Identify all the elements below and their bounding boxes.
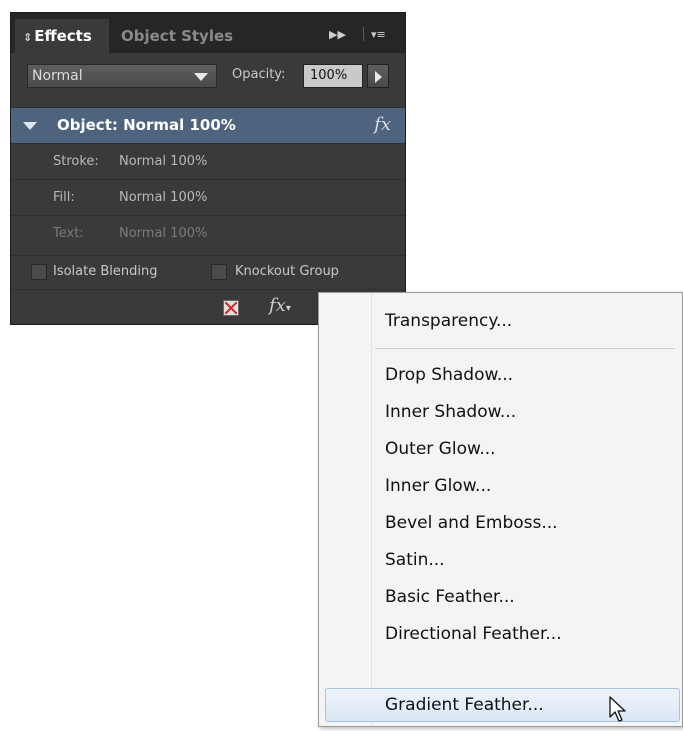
toolbar-divider	[363, 27, 364, 41]
chevron-down-icon	[194, 73, 208, 81]
opacity-input[interactable]: 100%	[303, 64, 363, 88]
object-row[interactable]: Object: Normal 100% fx	[11, 107, 405, 143]
object-row-label: Object:	[57, 116, 118, 134]
menu-item-bevel-and-emboss[interactable]: Bevel and Emboss...	[385, 513, 558, 533]
effects-panel: ⇕ Effects Object Styles ▶▶ ▾≡ Normal Opac…	[10, 12, 406, 325]
menu-item-gradient-feather[interactable]: Gradient Feather...	[385, 695, 544, 715]
updown-arrows-icon: ⇕	[23, 31, 33, 44]
opacity-label: Opacity:	[232, 67, 286, 82]
fx-icon[interactable]: fx	[374, 114, 391, 135]
blend-controls: Normal Opacity: 100%	[11, 53, 405, 107]
clear-effects-icon[interactable]	[223, 300, 239, 316]
text-label: Text:	[53, 226, 84, 241]
menu-separator	[375, 348, 675, 349]
isolate-blending-label: Isolate Blending	[53, 264, 158, 279]
panel-menu-icon[interactable]: ▾≡	[371, 27, 386, 43]
tab-object-styles[interactable]: Object Styles	[121, 19, 233, 53]
blend-mode-value: Normal	[32, 68, 83, 84]
effects-context-menu: Transparency... Drop Shadow... Inner Sha…	[318, 292, 683, 727]
menu-item-directional-feather[interactable]: Directional Feather...	[385, 624, 562, 644]
menu-item-satin[interactable]: Satin...	[385, 550, 445, 570]
collapse-panel-icon[interactable]: ▶▶	[329, 27, 346, 43]
fill-value: Normal 100%	[119, 190, 208, 205]
chevron-down-icon: ▾	[285, 303, 291, 314]
isolate-blending-checkbox[interactable]	[31, 264, 47, 280]
tab-effects-label: Effects	[34, 27, 92, 45]
object-row-text: Object: Normal 100%	[57, 116, 236, 134]
stroke-value: Normal 100%	[119, 154, 208, 169]
menu-item-transparency[interactable]: Transparency...	[385, 311, 512, 331]
knockout-group-label: Knockout Group	[235, 264, 339, 279]
stroke-row[interactable]: Stroke: Normal 100%	[11, 143, 405, 179]
text-row: Text: Normal 100%	[11, 215, 405, 251]
mouse-pointer-icon	[609, 696, 626, 722]
opacity-slider-button[interactable]	[367, 64, 389, 88]
blending-options: Isolate Blending Knockout Group	[11, 255, 405, 288]
fx-menu-button[interactable]: fx▾	[269, 295, 291, 316]
expand-triangle-icon[interactable]	[23, 122, 37, 130]
menu-item-inner-shadow[interactable]: Inner Shadow...	[385, 402, 516, 422]
fill-label: Fill:	[53, 190, 75, 205]
knockout-group-checkbox[interactable]	[211, 264, 227, 280]
menu-item-drop-shadow[interactable]: Drop Shadow...	[385, 365, 513, 385]
menu-icon-gutter	[371, 293, 372, 726]
stroke-label: Stroke:	[53, 154, 99, 169]
menu-item-inner-glow[interactable]: Inner Glow...	[385, 476, 491, 496]
menu-item-basic-feather[interactable]: Basic Feather...	[385, 587, 515, 607]
object-row-value: Normal 100%	[123, 116, 236, 134]
fx-button-label: fx	[269, 295, 286, 316]
panel-tab-bar: ⇕ Effects Object Styles ▶▶ ▾≡	[11, 13, 405, 53]
tab-object-styles-label: Object Styles	[121, 27, 234, 45]
text-value: Normal 100%	[119, 226, 208, 241]
blend-mode-dropdown[interactable]: Normal	[27, 64, 217, 88]
menu-item-outer-glow[interactable]: Outer Glow...	[385, 439, 496, 459]
tab-effects[interactable]: ⇕ Effects	[15, 19, 109, 53]
opacity-value: 100%	[310, 68, 348, 83]
fill-row[interactable]: Fill: Normal 100%	[11, 179, 405, 215]
